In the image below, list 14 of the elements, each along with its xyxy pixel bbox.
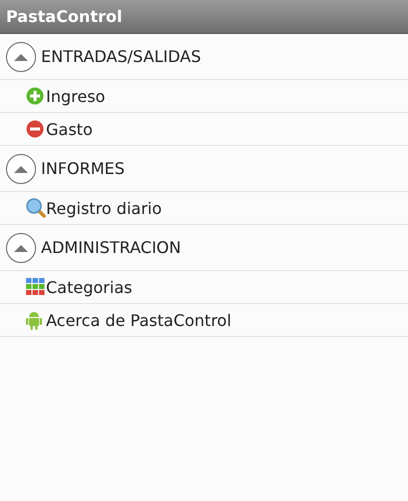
menu-item[interactable]: Gasto (0, 113, 408, 146)
magnifier-icon (26, 198, 46, 218)
group-header[interactable]: INFORMES (0, 146, 408, 192)
group-header[interactable]: ENTRADAS/SALIDAS (0, 34, 408, 80)
menu-item[interactable]: Ingreso (0, 80, 408, 113)
menu-item[interactable]: Acerca de PastaControl (0, 304, 408, 337)
robot-icon (26, 310, 42, 330)
grid-icon (26, 278, 45, 296)
menu-item[interactable]: Registro diario (0, 192, 408, 225)
group-header[interactable]: ADMINISTRACION (0, 225, 408, 271)
plus-icon (26, 87, 44, 105)
minus-icon (26, 120, 44, 138)
menu-item[interactable]: Categorias (0, 271, 408, 304)
window-title: PastaControl (6, 7, 122, 26)
